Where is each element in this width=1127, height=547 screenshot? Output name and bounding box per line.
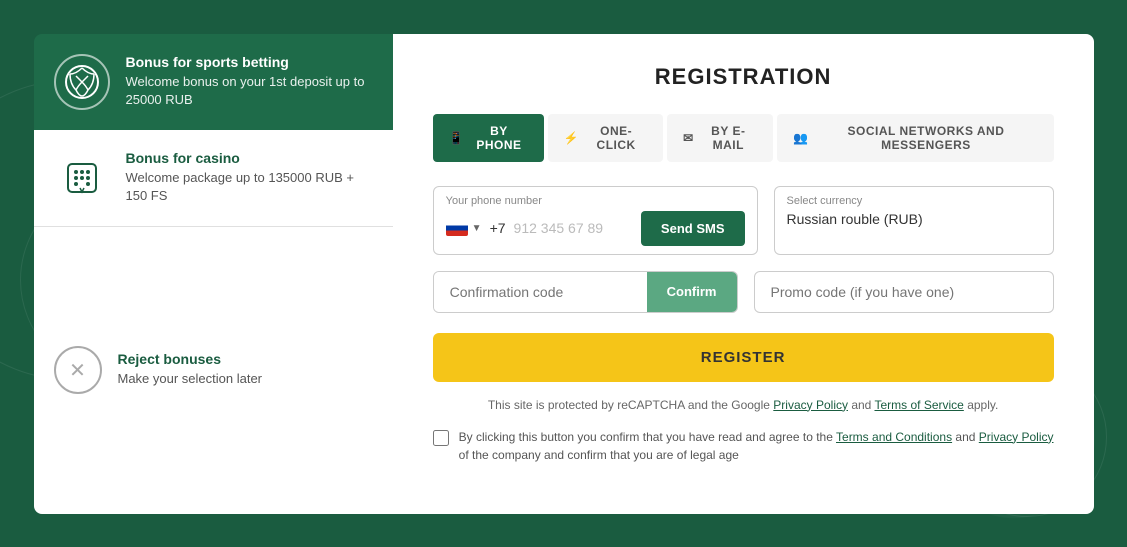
currency-select[interactable]: Russian rouble (RUB) USD EUR [787,211,1041,227]
terms-row: By clicking this button you confirm that… [433,428,1054,464]
casino-bonus-title: Bonus for casino [126,150,373,166]
phone-currency-row: Your phone number ▼ +7 912 345 67 89 Sen… [433,186,1054,255]
terms-privacy-link[interactable]: Privacy Policy [979,430,1054,444]
privacy-policy-link[interactable]: Privacy Policy [773,398,848,412]
reject-title: Reject bonuses [118,351,373,367]
reject-icon: ✕ [54,346,102,394]
sports-bonus-title: Bonus for sports betting [126,54,373,70]
terms-text: By clicking this button you confirm that… [459,428,1054,464]
phone-number-placeholder[interactable]: 912 345 67 89 [514,220,633,236]
phone-tab-icon: 📱 [449,131,464,145]
terms-prefix: By clicking this button you confirm that… [459,430,833,444]
phone-field-group: Your phone number ▼ +7 912 345 67 89 Sen… [433,186,758,255]
casino-icon [54,150,110,206]
terms-and: and [955,430,975,444]
confirm-button[interactable]: Confirm [647,272,737,312]
send-sms-button[interactable]: Send SMS [641,211,745,246]
recaptcha-text: This site is protected by reCAPTCHA and … [488,398,770,412]
reject-info: Reject bonuses Make your selection later [118,351,373,388]
terms-conditions-link[interactable]: Terms and Conditions [836,430,952,444]
country-selector[interactable]: ▼ [446,220,482,236]
confirmation-row: Confirm [433,271,1054,313]
tab-email[interactable]: ✉ BY E-MAIL [667,114,773,162]
social-tab-label: SOCIAL NETWORKS AND MESSENGERS [814,124,1037,152]
sports-bonus-desc: Welcome bonus on your 1st deposit up to … [126,73,373,109]
phone-country-code: +7 [490,220,506,236]
russia-flag [446,220,468,236]
phone-input-row: ▼ +7 912 345 67 89 Send SMS [446,211,745,246]
form-title: REGISTRATION [433,64,1054,90]
terms-suffix: of the company and confirm that you are … [459,448,739,462]
tab-social[interactable]: 👥 SOCIAL NETWORKS AND MESSENGERS [777,114,1054,162]
oneclick-tab-label: ONE-CLICK [585,124,647,152]
left-panel: Bonus for sports betting Welcome bonus o… [34,34,393,514]
confirmation-code-input[interactable] [434,272,647,312]
reject-bonus-card[interactable]: ✕ Reject bonuses Make your selection lat… [34,226,393,514]
phone-label: Your phone number [446,195,745,207]
recaptcha-apply: apply. [967,398,998,412]
casino-bonus-desc: Welcome package up to 135000 RUB + 150 F… [126,169,373,205]
register-button[interactable]: REGISTER [433,333,1054,382]
main-container: Bonus for sports betting Welcome bonus o… [34,34,1094,514]
sports-bonus-info: Bonus for sports betting Welcome bonus o… [126,54,373,109]
currency-field-group: Select currency Russian rouble (RUB) USD… [774,186,1054,255]
casino-bonus-info: Bonus for casino Welcome package up to 1… [126,150,373,205]
recaptcha-and: and [851,398,871,412]
registration-tabs: 📱 BY PHONE ⚡ ONE-CLICK ✉ BY E-MAIL 👥 SOC… [433,114,1054,162]
tab-oneclick[interactable]: ⚡ ONE-CLICK [548,114,663,162]
tab-phone[interactable]: 📱 BY PHONE [433,114,544,162]
terms-of-service-link[interactable]: Terms of Service [874,398,963,412]
terms-checkbox[interactable] [433,430,449,446]
currency-label: Select currency [787,195,1041,207]
reject-desc: Make your selection later [118,370,373,388]
currency-wrapper: Russian rouble (RUB) USD EUR [787,211,1041,227]
email-tab-label: BY E-MAIL [700,124,757,152]
promo-code-input[interactable] [754,271,1054,313]
registration-panel: REGISTRATION 📱 BY PHONE ⚡ ONE-CLICK ✉ BY… [393,34,1094,514]
oneclick-tab-icon: ⚡ [564,131,579,145]
sports-icon [54,54,110,110]
recaptcha-notice: This site is protected by reCAPTCHA and … [433,398,1054,412]
social-tab-icon: 👥 [793,131,808,145]
phone-tab-label: BY PHONE [470,124,528,152]
confirmation-code-group: Confirm [433,271,738,313]
chevron-down-icon: ▼ [472,223,482,234]
email-tab-icon: ✉ [683,131,694,145]
bonus-sports-card[interactable]: Bonus for sports betting Welcome bonus o… [34,34,393,130]
bonus-casino-card[interactable]: Bonus for casino Welcome package up to 1… [34,130,393,226]
